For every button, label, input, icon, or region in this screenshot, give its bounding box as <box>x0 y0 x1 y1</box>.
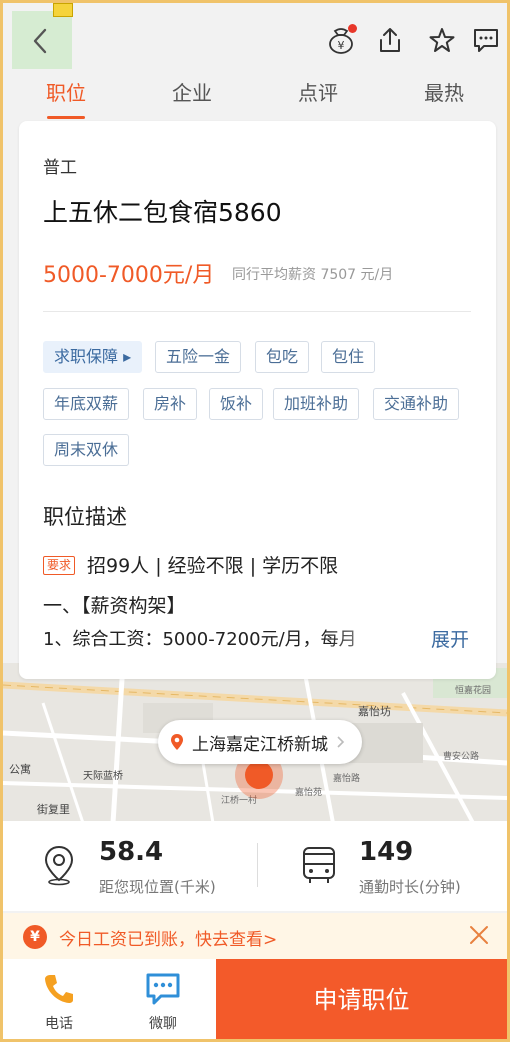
map-label-hengjia-garden: 恒嘉花园 <box>455 686 492 696</box>
map-label-tianjilanqiao: 天际蓝桥 <box>83 771 123 782</box>
chat-label: 微聊 <box>149 1016 177 1032</box>
phone-label: 电话 <box>45 1016 73 1032</box>
commute-value: 149 <box>359 837 414 867</box>
location-name: 上海嘉定江桥新城 <box>192 734 328 755</box>
job-title: 上五休二包食宿5860 <box>43 198 282 227</box>
chevron-right-icon <box>337 736 345 748</box>
benefit-tag: 周末双休 <box>43 434 130 466</box>
close-icon <box>470 926 488 944</box>
bus-icon <box>299 843 339 887</box>
chat-icon <box>143 969 183 1009</box>
map-label-jiayi-road: 嘉怡路 <box>333 774 361 784</box>
red-packet-button[interactable]: ¥ <box>324 23 358 57</box>
svg-text:¥: ¥ <box>338 39 345 52</box>
notice-text[interactable]: 今日工资已到账，快去查看> <box>59 925 277 950</box>
star-icon <box>429 28 455 52</box>
requirements-badge: 要求 <box>43 556 76 575</box>
tab-company[interactable]: 企业 <box>129 73 255 119</box>
map-label-jiayifang: 嘉怡坊 <box>358 705 391 718</box>
benefit-tag: 饭补 <box>209 388 264 420</box>
chat-button[interactable]: 微聊 <box>113 959 213 1039</box>
phone-icon <box>39 969 79 1009</box>
commute-label: 通勤时长(分钟) <box>359 878 461 896</box>
text-fade <box>329 621 419 653</box>
stats-divider <box>257 843 258 887</box>
description-heading: 职位描述 <box>43 505 127 529</box>
header: ¥ 职位 企业 点评 最热 <box>3 3 507 121</box>
divider <box>43 311 471 312</box>
expand-link[interactable]: 展开 <box>431 625 469 652</box>
benefit-tag: 包吃 <box>255 341 310 373</box>
money-bag-icon: ¥ <box>23 925 47 949</box>
map-label-caoan-road: 曹安公路 <box>443 752 480 762</box>
distance-label: 距您现位置(千米) <box>99 878 216 896</box>
benefit-tag: 房补 <box>143 388 198 420</box>
benefit-tag: 五险一金 <box>155 341 242 373</box>
message-button[interactable] <box>469 23 503 57</box>
favorite-button[interactable] <box>425 23 459 57</box>
red-dot-badge <box>348 24 357 33</box>
apply-button[interactable]: 申请职位 <box>216 959 507 1039</box>
location-pin-icon[interactable] <box>245 761 273 789</box>
phone-button[interactable]: 电话 <box>9 959 109 1039</box>
share-icon <box>380 28 400 52</box>
back-button[interactable] <box>25 23 55 59</box>
map-label-jiefuli: 街复里 <box>37 803 70 816</box>
map-label-apartment: 公寓 <box>9 763 31 776</box>
bottom-action-bar: 电话 微聊 申请职位 <box>3 959 507 1039</box>
notification-flag-icon <box>53 3 73 17</box>
tab-hottest[interactable]: 最热 <box>381 73 507 119</box>
benefit-tag: 交通补助 <box>373 388 460 420</box>
average-salary: 同行平均薪资 7507 元/月 <box>232 267 394 283</box>
location-outline-icon <box>39 843 79 887</box>
benefit-tag: 包住 <box>321 341 376 373</box>
requirements-text: 招99人 | 经验不限 | 学历不限 <box>87 555 339 577</box>
close-button[interactable] <box>467 923 493 949</box>
job-info-card: 普工 上五休二包食宿5860 5000-7000元/月 同行平均薪资 7507 … <box>19 121 496 679</box>
chevron-left-icon <box>33 28 47 54</box>
chat-bubble-icon <box>474 29 498 52</box>
map-label-jiayiyuan: 嘉怡苑 <box>295 788 323 798</box>
job-category: 普工 <box>43 158 77 178</box>
tab-bar: 职位 企业 点评 最热 <box>3 73 507 119</box>
salary-notice-bar[interactable]: ¥ 今日工资已到账，快去查看> <box>3 913 507 959</box>
distance-value: 58.4 <box>99 837 164 867</box>
job-salary: 5000-7000元/月 <box>43 263 215 288</box>
job-guarantee-tag[interactable]: 求职保障 ▸ <box>43 341 143 373</box>
map-pin-icon <box>171 734 183 750</box>
tab-position[interactable]: 职位 <box>3 73 129 119</box>
location-bubble[interactable]: 上海嘉定江桥新城 <box>158 720 362 764</box>
tab-reviews[interactable]: 点评 <box>255 73 381 119</box>
share-button[interactable] <box>373 23 407 57</box>
benefit-tag: 年底双薪 <box>43 388 130 420</box>
benefit-tag: 加班补助 <box>273 388 360 420</box>
description-line: 一、【薪资构架】 <box>43 595 186 617</box>
app-screen: ¥ 职位 企业 点评 最热 嘉怡坊 天际蓝桥 江桥一村 嘉怡苑 恒嘉花园 公寓 … <box>0 0 510 1042</box>
commute-stats: 58.4 距您现位置(千米) 149 通勤时长(分钟) <box>3 821 507 911</box>
